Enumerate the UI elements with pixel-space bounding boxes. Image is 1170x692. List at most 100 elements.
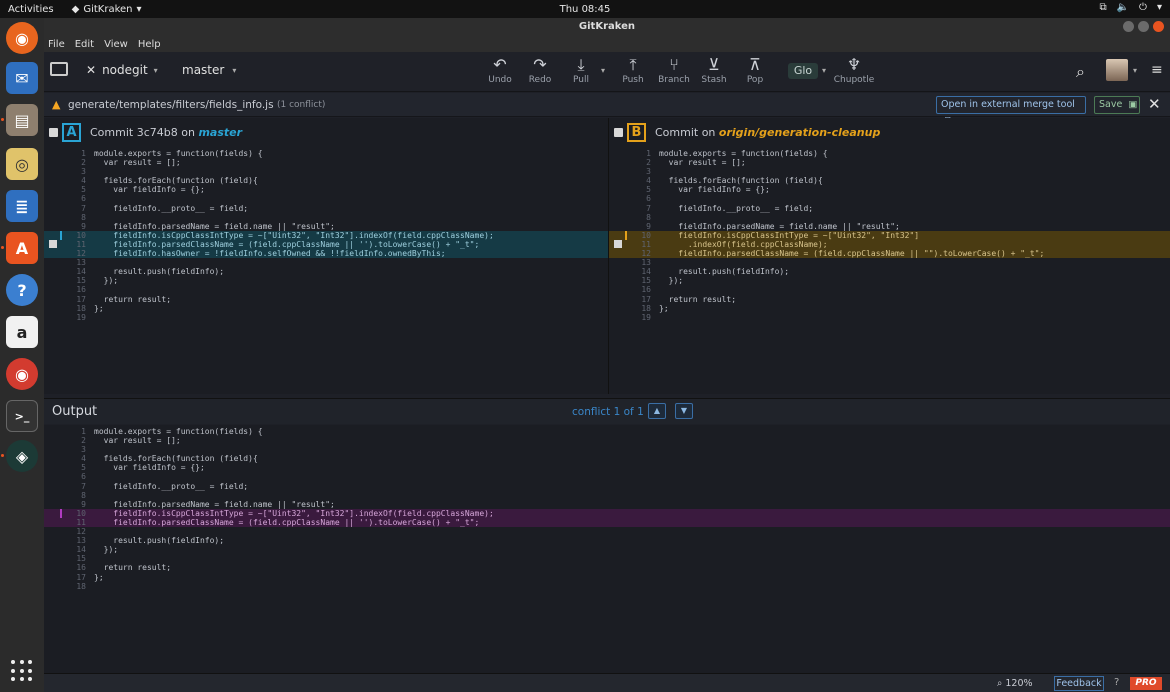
writer-icon[interactable]: ≣ bbox=[6, 190, 38, 222]
code-line: 11 fieldInfo.parsedClassName = (field.cp… bbox=[44, 517, 1170, 528]
menu-view[interactable]: View bbox=[104, 39, 128, 50]
line-number: 9 bbox=[646, 221, 651, 231]
line-text: result.push(fieldInfo); bbox=[94, 536, 225, 546]
code-line: 6 bbox=[609, 194, 1170, 203]
pro-badge[interactable]: PRO bbox=[1130, 677, 1162, 690]
code-line: 11 fieldInfo.parsedClassName = (field.cp… bbox=[44, 239, 608, 250]
line-text: return result; bbox=[659, 294, 737, 304]
undo-button[interactable]: ↶ Undo bbox=[480, 55, 520, 85]
menu-edit[interactable]: Edit bbox=[75, 39, 94, 50]
line-text: return result; bbox=[94, 563, 172, 573]
code-line: 15 bbox=[44, 554, 1170, 563]
code-line: 11 .indexOf(field.cppClassName); bbox=[609, 239, 1170, 250]
close-icon[interactable]: ✕ bbox=[86, 63, 96, 77]
gitkraken-icon[interactable]: ◈ bbox=[6, 440, 38, 472]
code-line: 5 var fieldInfo = {}; bbox=[44, 185, 608, 194]
line-number: 14 bbox=[76, 267, 86, 277]
volume-icon[interactable]: 🔈 bbox=[1117, 2, 1129, 13]
pane-a-select-all-checkbox[interactable] bbox=[49, 128, 58, 137]
line-text: module.exports = function(fields) { bbox=[659, 149, 828, 158]
code-line: 10 fieldInfo.isCppClassIntType = ~["Uint… bbox=[44, 508, 1170, 528]
code-line: 15 }); bbox=[44, 276, 608, 285]
clock[interactable]: Thu 08:45 bbox=[560, 4, 611, 15]
previous-conflict-button[interactable]: ▲ bbox=[648, 403, 666, 419]
folder-icon[interactable] bbox=[50, 62, 68, 76]
show-applications-icon[interactable] bbox=[11, 660, 33, 682]
avatar[interactable] bbox=[1106, 59, 1128, 81]
line-number: 7 bbox=[81, 203, 86, 213]
chupotle-button[interactable]: ♆ Chupotle bbox=[832, 55, 876, 85]
redo-button[interactable]: ↷ Redo bbox=[520, 55, 560, 85]
save-button[interactable]: Save ▣ bbox=[1094, 96, 1140, 114]
close-merge-icon[interactable]: ✕ bbox=[1148, 95, 1161, 113]
line-text: }); bbox=[94, 545, 119, 555]
next-conflict-button[interactable]: ▼ bbox=[675, 403, 693, 419]
code-line: 9 fieldInfo.parsedName = field.name || "… bbox=[609, 222, 1170, 231]
help-icon[interactable]: ? bbox=[1114, 677, 1119, 688]
software-icon[interactable]: A bbox=[6, 232, 38, 264]
profile-chevron-down-icon[interactable]: ▾ bbox=[1133, 66, 1137, 75]
pull-button[interactable]: ⤓ Pull bbox=[561, 55, 601, 85]
thunderbird-icon[interactable]: ✉ bbox=[6, 62, 38, 94]
open-external-label: Open in external merge tool bbox=[941, 99, 1075, 110]
chevron-down-icon[interactable]: ▾ bbox=[1157, 2, 1162, 13]
minimize-button[interactable] bbox=[1123, 21, 1134, 32]
menu-help[interactable]: Help bbox=[138, 39, 161, 50]
glo-button[interactable]: Glo bbox=[788, 63, 818, 79]
menu-file[interactable]: File bbox=[48, 39, 65, 50]
line-number: 2 bbox=[646, 158, 651, 168]
hunk-checkbox[interactable] bbox=[49, 239, 57, 248]
chrome-icon[interactable]: ◉ bbox=[6, 358, 38, 390]
zoom-indicator[interactable]: ⌕ 120% bbox=[997, 678, 1033, 689]
maximize-button[interactable] bbox=[1138, 21, 1149, 32]
repo-tab[interactable]: ✕ nodegit ▾ bbox=[86, 63, 158, 77]
redo-icon: ↷ bbox=[533, 55, 547, 74]
line-text: }; bbox=[94, 572, 104, 582]
stash-icon: ⊻ bbox=[708, 55, 720, 74]
push-button[interactable]: ⤒ Push bbox=[613, 55, 653, 85]
stash-button[interactable]: ⊻ Stash bbox=[694, 55, 734, 85]
files-icon[interactable]: ▤ bbox=[6, 104, 38, 136]
line-number: 19 bbox=[641, 312, 651, 322]
feedback-button[interactable]: Feedback bbox=[1054, 676, 1104, 691]
line-number: 10 bbox=[76, 230, 86, 240]
line-text: fieldInfo.parsedName = field.name || "re… bbox=[94, 221, 335, 231]
redo-label: Redo bbox=[528, 75, 552, 85]
code-line: 12 fieldInfo.hasOwner = !fieldInfo.selfO… bbox=[44, 249, 608, 259]
branch-name: master bbox=[182, 63, 225, 77]
search-icon[interactable]: ⌕ bbox=[1076, 62, 1085, 82]
amazon-icon[interactable]: a bbox=[6, 316, 38, 348]
line-text: var fieldInfo = {}; bbox=[659, 185, 770, 195]
glo-options-icon[interactable]: ▾ bbox=[822, 66, 826, 75]
line-text: fieldInfo.__proto__ = field; bbox=[94, 481, 249, 491]
line-text: fieldInfo.parsedClassName = (field.cppCl… bbox=[659, 249, 1045, 259]
firefox-icon[interactable]: ◉ bbox=[6, 22, 38, 54]
app-menu[interactable]: ◆ GitKraken ▾ bbox=[72, 4, 142, 15]
branch-button[interactable]: ⑂ Branch bbox=[654, 55, 694, 85]
help-icon[interactable]: ? bbox=[6, 274, 38, 306]
hunk-checkbox[interactable] bbox=[614, 239, 622, 248]
branch-tab[interactable]: master ▾ bbox=[182, 63, 236, 77]
output-title: Output bbox=[52, 404, 98, 419]
pull-options-icon[interactable]: ▾ bbox=[601, 66, 605, 75]
menu-icon[interactable]: ≡ bbox=[1151, 62, 1163, 78]
activities-button[interactable]: Activities bbox=[8, 4, 54, 15]
power-icon[interactable]: ⏻ bbox=[1139, 2, 1147, 13]
line-text: }); bbox=[94, 276, 119, 286]
line-text: result.push(fieldInfo); bbox=[659, 267, 790, 277]
rhythmbox-icon[interactable]: ◎ bbox=[6, 148, 38, 180]
close-button[interactable] bbox=[1153, 21, 1164, 32]
open-external-merge-tool-button[interactable]: Open in external merge tool ⧉ bbox=[936, 96, 1086, 126]
network-icon[interactable]: ⧉ bbox=[1099, 2, 1106, 13]
code-line: 16 return result; bbox=[44, 563, 1170, 572]
terminal-icon[interactable]: >_ bbox=[6, 400, 38, 432]
pane-a-letter: A bbox=[62, 123, 81, 142]
code-line: 6 bbox=[44, 194, 608, 203]
gitkraken-small-icon: ◆ bbox=[71, 3, 80, 15]
pop-button[interactable]: ⊼ Pop bbox=[735, 55, 775, 85]
pane-b-select-all-checkbox[interactable] bbox=[614, 128, 623, 137]
line-number: 2 bbox=[81, 158, 86, 168]
code-line: 4 fields.forEach(function (field){ bbox=[44, 454, 1170, 463]
pop-icon: ⊼ bbox=[749, 55, 761, 74]
line-number: 18 bbox=[641, 303, 651, 313]
